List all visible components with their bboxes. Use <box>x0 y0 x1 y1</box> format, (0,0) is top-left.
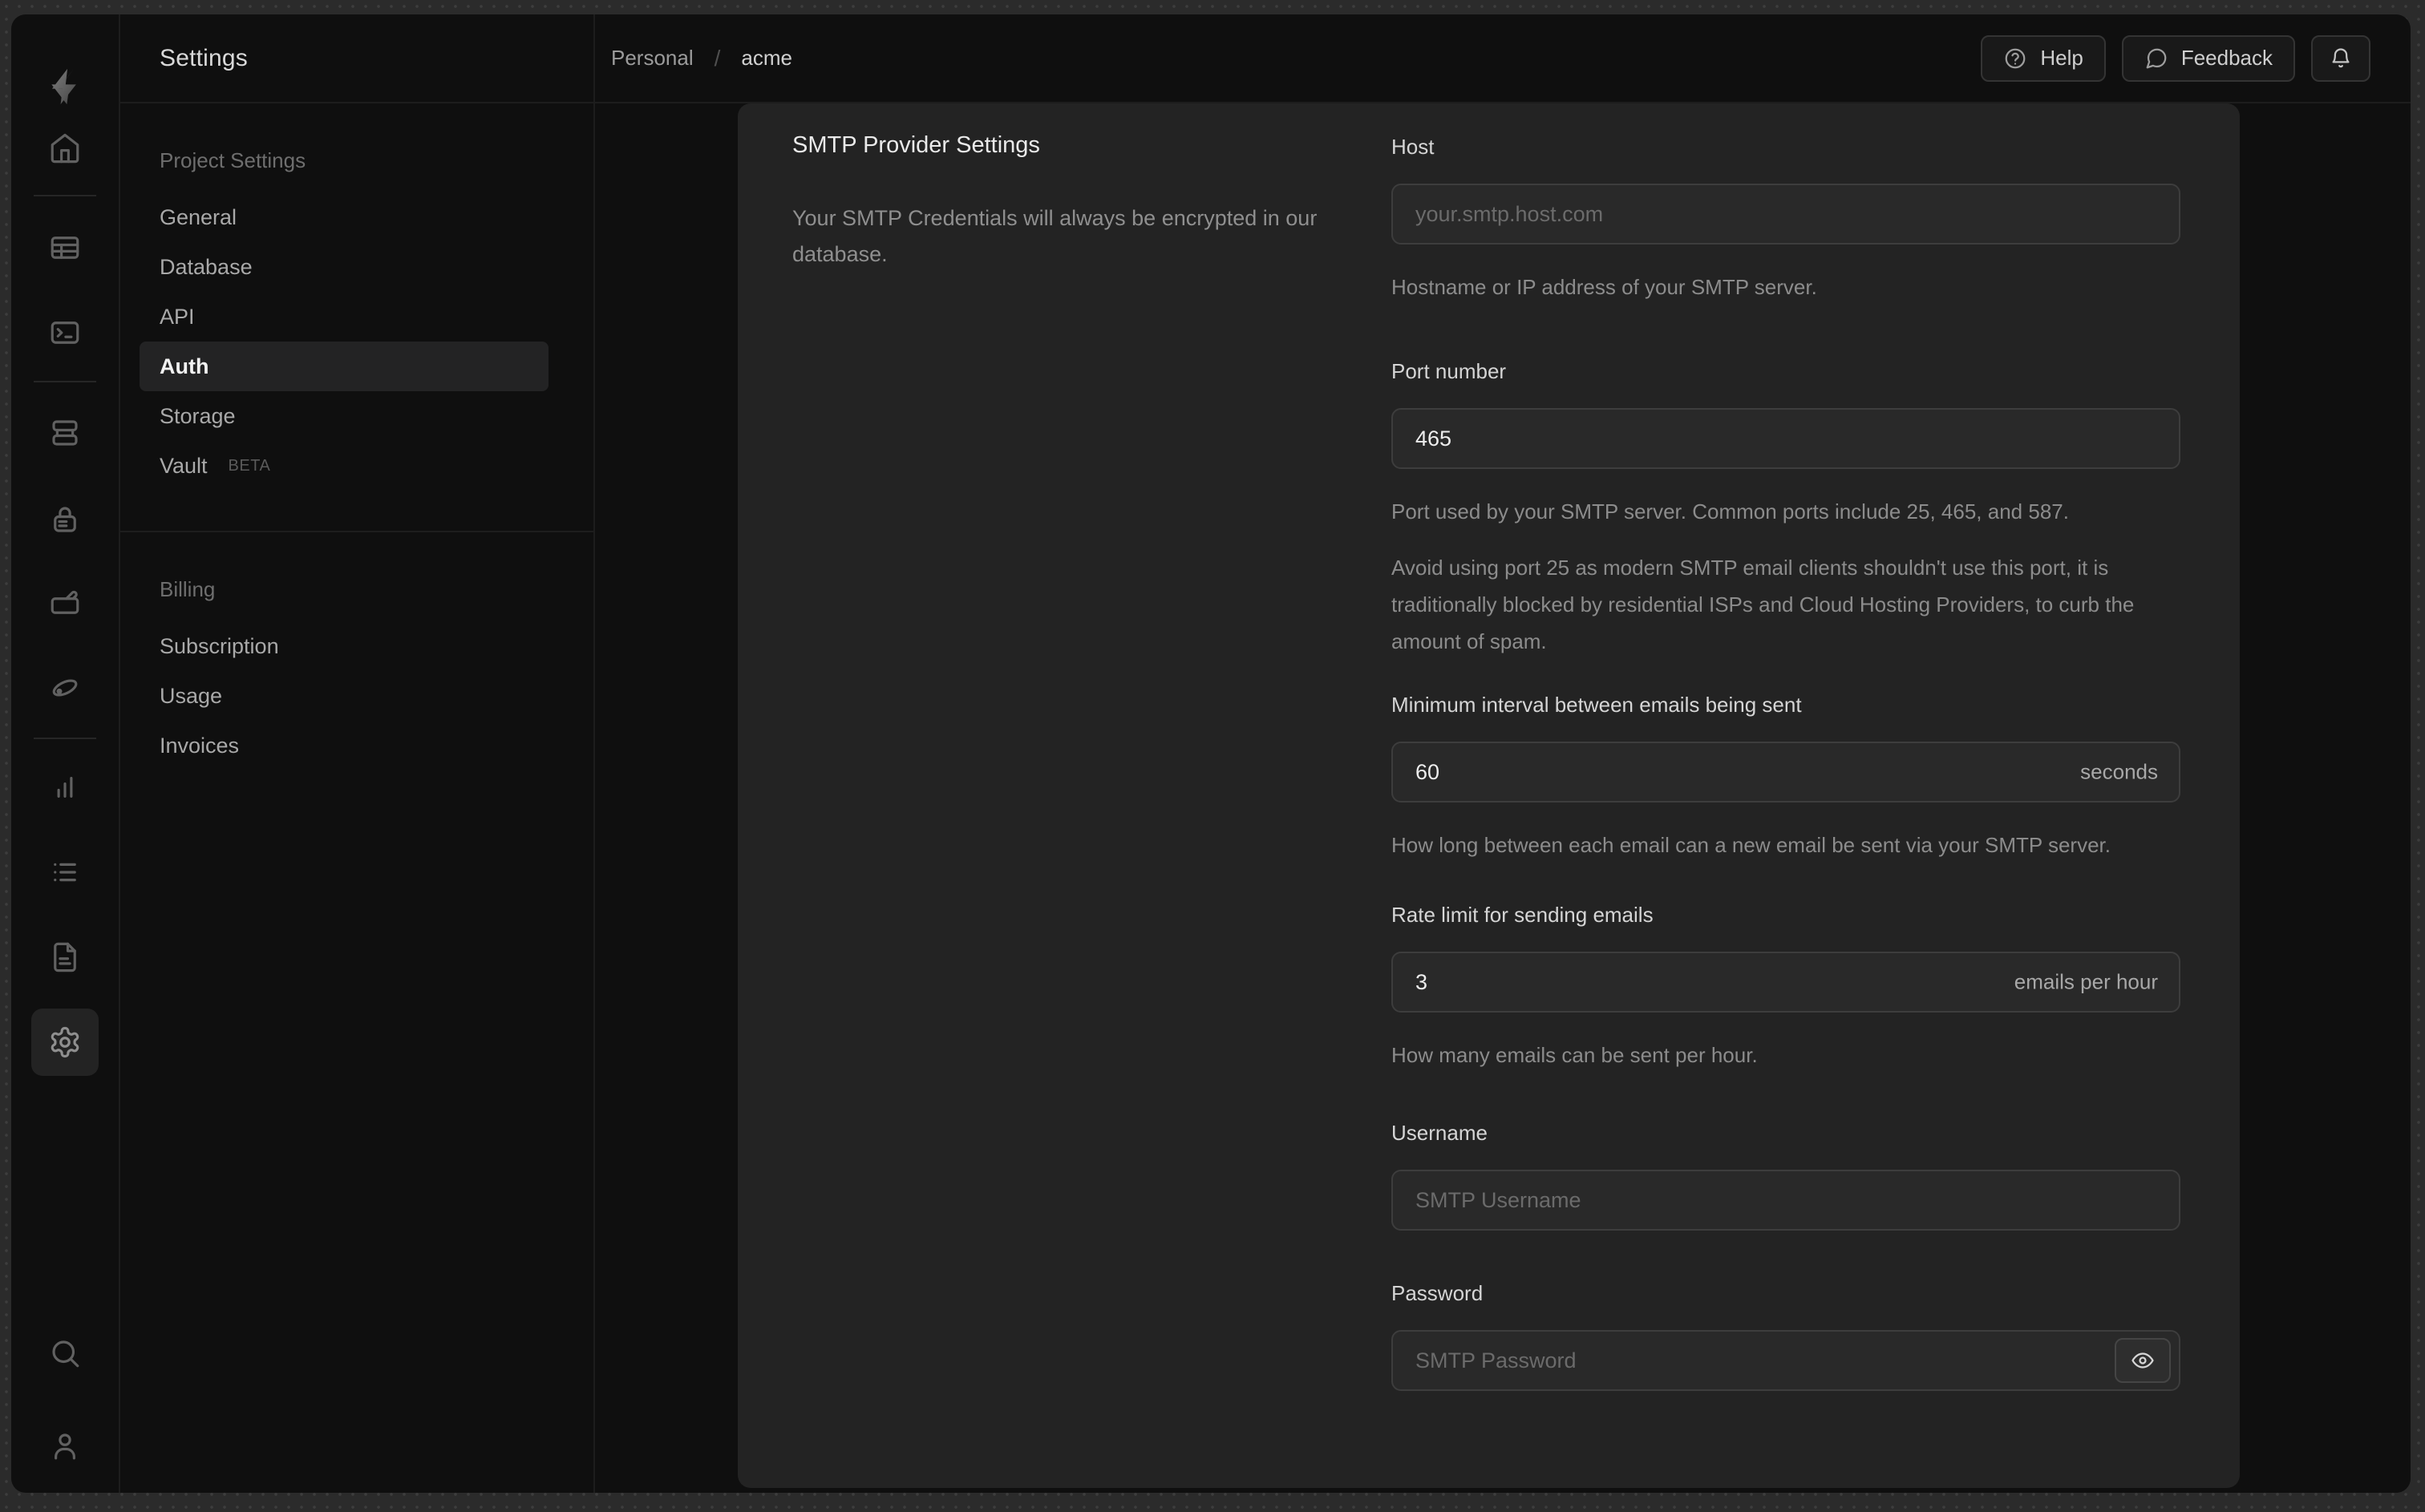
sidebar-item-invoices[interactable]: Invoices <box>140 721 549 770</box>
main-area: Personal / acme Help Feedback SMTP Provi… <box>595 14 2411 1493</box>
app-window: Settings Project Settings General Databa… <box>11 14 2411 1493</box>
smtp-info-column: SMTP Provider Settings Your SMTP Credent… <box>792 103 1354 1488</box>
username-field: Username <box>1391 1120 2180 1231</box>
username-input[interactable] <box>1391 1170 2180 1231</box>
topbar: Personal / acme Help Feedback <box>595 14 2411 103</box>
sidebar-item-api[interactable]: API <box>140 292 549 342</box>
sidebar-item-usage[interactable]: Usage <box>140 671 549 721</box>
nav-section-header-project-settings: Project Settings <box>160 148 306 172</box>
settings-sidebar: Settings Project Settings General Databa… <box>120 14 595 1493</box>
password-field: Password <box>1391 1280 2180 1391</box>
help-button[interactable]: Help <box>1981 34 2106 82</box>
api-docs-icon[interactable] <box>31 924 99 991</box>
host-input[interactable] <box>1391 184 2180 245</box>
port-input[interactable] <box>1391 408 2180 469</box>
interval-field: Minimum interval between emails being se… <box>1391 692 2180 863</box>
search-icon[interactable] <box>31 1320 99 1387</box>
password-input[interactable] <box>1391 1330 2180 1391</box>
notifications-button[interactable] <box>2311 34 2370 82</box>
port-helper: Port used by your SMTP server. Common po… <box>1391 499 2069 524</box>
interval-input[interactable] <box>1391 742 2180 802</box>
smtp-form-column: Host Hostname or IP address of your SMTP… <box>1391 103 2180 1488</box>
help-button-label: Help <box>2040 46 2083 70</box>
rate-limit-input[interactable] <box>1391 952 2180 1013</box>
project-settings-icon[interactable] <box>31 1009 99 1076</box>
sidebar-item-general[interactable]: General <box>140 192 549 242</box>
speech-bubble-icon <box>2146 48 2167 68</box>
beta-badge: BETA <box>228 456 271 475</box>
sidebar-item-storage[interactable]: Storage <box>140 391 549 441</box>
logs-icon[interactable] <box>31 839 99 906</box>
section-title: SMTP Provider Settings <box>792 132 1040 158</box>
rail-divider <box>34 195 96 196</box>
section-description: Your SMTP Credentials will always be enc… <box>792 206 1318 266</box>
rate-limit-helper: How many emails can be sent per hour. <box>1391 1043 1758 1067</box>
sidebar-item-vault[interactable]: Vault BETA <box>140 441 549 491</box>
authentication-icon[interactable] <box>31 486 99 553</box>
rail-divider <box>34 381 96 382</box>
toggle-password-visibility-button[interactable] <box>2115 1338 2171 1383</box>
host-label: Host <box>1391 135 1435 159</box>
help-circle-icon <box>2005 48 2026 68</box>
icon-rail <box>11 14 120 1493</box>
bell-icon <box>2332 47 2350 67</box>
breadcrumb: Personal / acme <box>611 46 792 71</box>
edge-functions-icon[interactable] <box>31 654 99 722</box>
sidebar-item-subscription[interactable]: Subscription <box>140 621 549 671</box>
smtp-settings-card: SMTP Provider Settings Your SMTP Credent… <box>738 103 2240 1488</box>
feedback-button-label: Feedback <box>2180 46 2273 70</box>
feedback-button[interactable]: Feedback <box>2121 34 2295 82</box>
eye-icon <box>2131 1352 2154 1368</box>
breadcrumb-separator: / <box>714 45 721 71</box>
sidebar-item-database[interactable]: Database <box>140 242 549 292</box>
interval-helper: How long between each email can a new em… <box>1391 833 2111 857</box>
port-note: Avoid using port 25 as modern SMTP email… <box>1391 556 2135 653</box>
username-label: Username <box>1391 1121 1488 1145</box>
home-icon[interactable] <box>31 115 99 182</box>
topbar-actions: Help Feedback <box>1981 34 2370 82</box>
password-label: Password <box>1391 1281 1484 1305</box>
supabase-logo-icon[interactable] <box>44 66 86 107</box>
sidebar-item-auth[interactable]: Auth <box>140 342 549 391</box>
content-area: SMTP Provider Settings Your SMTP Credent… <box>595 103 2411 1493</box>
sql-editor-icon[interactable] <box>31 299 99 366</box>
reports-icon[interactable] <box>31 754 99 821</box>
host-helper: Hostname or IP address of your SMTP serv… <box>1391 275 1817 299</box>
rate-limit-field: Rate limit for sending emails emails per… <box>1391 902 2180 1073</box>
sidebar-divider <box>120 531 593 532</box>
interval-label: Minimum interval between emails being se… <box>1391 693 1802 717</box>
rate-limit-label: Rate limit for sending emails <box>1391 903 1654 927</box>
storage-icon[interactable] <box>31 569 99 637</box>
nav-section-header-billing: Billing <box>160 577 216 601</box>
host-field: Host Hostname or IP address of your SMTP… <box>1391 134 2180 305</box>
profile-icon[interactable] <box>31 1413 99 1480</box>
table-editor-icon[interactable] <box>31 214 99 281</box>
port-label: Port number <box>1391 359 1507 383</box>
sidebar-header: Settings <box>120 14 593 103</box>
port-field: Port number Port used by your SMTP serve… <box>1391 358 2180 660</box>
breadcrumb-project[interactable]: acme <box>741 46 792 71</box>
database-icon[interactable] <box>31 399 99 467</box>
breadcrumb-org[interactable]: Personal <box>611 46 694 71</box>
rail-divider <box>34 738 96 739</box>
page-title: Settings <box>160 44 248 71</box>
